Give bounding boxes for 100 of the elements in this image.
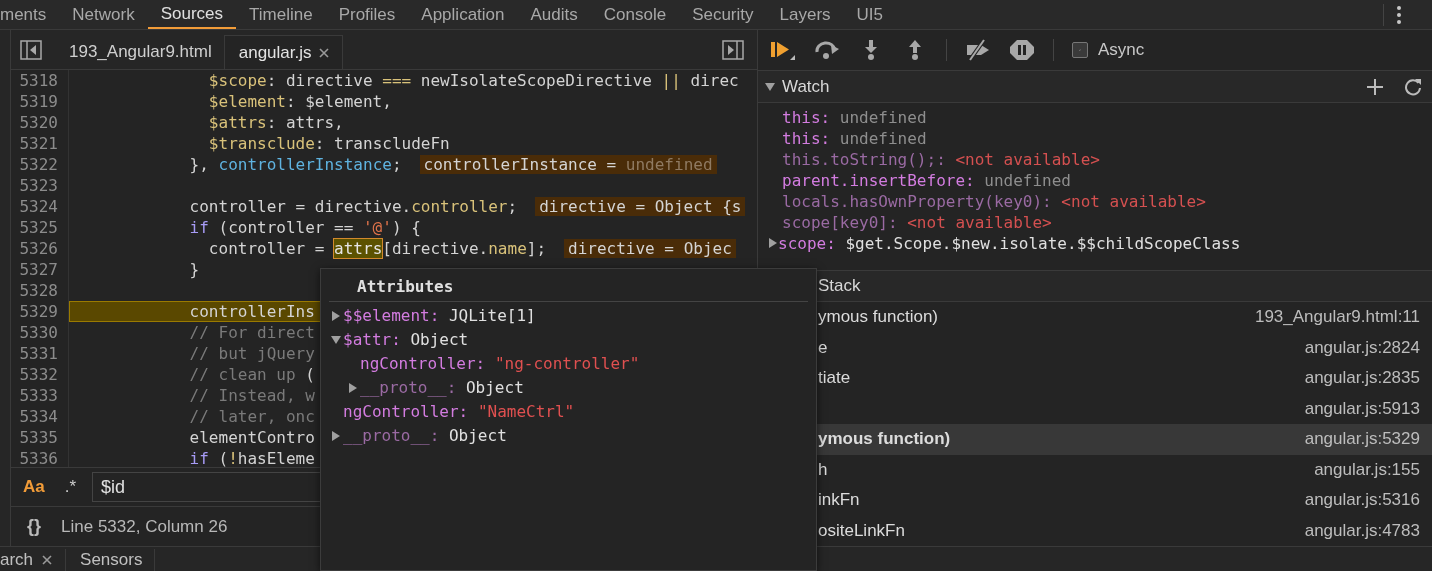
deactivate-breakpoints-button[interactable]: [965, 39, 991, 62]
code-text: elementContro: [188, 428, 315, 447]
close-icon[interactable]: [41, 554, 54, 566]
drawer-tab[interactable]: arch: [0, 549, 67, 571]
expand-triangle-icon[interactable]: [768, 237, 778, 250]
section-title: Watch: [782, 76, 830, 97]
panel-tab[interactable]: Security: [679, 0, 767, 29]
file-tab[interactable]: angular.js: [223, 35, 343, 69]
line-number: 5336: [11, 448, 69, 467]
pretty-print-button[interactable]: {}: [23, 516, 45, 537]
function-name: h: [818, 459, 828, 480]
line-number: 5331: [11, 343, 69, 364]
source-location: angular.js:4783: [1304, 520, 1420, 541]
expand-triangle-icon[interactable]: [764, 81, 776, 92]
sidebar-toggle-button[interactable]: [19, 38, 43, 62]
code-text: $scope: directive === newIsolateScopeDirective || direc: [207, 71, 739, 90]
pause-on-exceptions-icon: [1009, 39, 1035, 62]
line-number: 5333: [11, 385, 69, 406]
add-icon[interactable]: [1366, 77, 1384, 96]
line-number: 5326: [11, 238, 69, 259]
code-text: $attrs: attrs,: [207, 113, 344, 132]
line-number: 5328: [11, 280, 69, 301]
property-text: $$element: JQLite[1]: [343, 305, 536, 327]
watch-expression: this: undefined: [782, 127, 927, 149]
code-text: controllerIns: [188, 302, 315, 321]
code-text: $element: $element,: [207, 92, 392, 111]
inline-value: directive = Objec: [564, 239, 736, 258]
watch-expression: scope[key0]: <not available>: [782, 211, 1052, 233]
code-text: // but jQuery: [188, 344, 315, 363]
panel-tab[interactable]: Console: [590, 0, 680, 29]
property-text: $attr: Object: [343, 329, 469, 351]
line-number: 5318: [11, 70, 69, 91]
panel-tab[interactable]: ments: [0, 0, 60, 29]
refresh-icon[interactable]: [1404, 77, 1422, 96]
source-location: angular.js:5913: [1304, 398, 1420, 419]
expand-triangle-icon[interactable]: [348, 382, 358, 394]
pause-on-exceptions-button[interactable]: [1009, 39, 1035, 62]
menu-icon[interactable]: [1396, 4, 1402, 25]
panel-tab[interactable]: Profiles: [325, 0, 409, 29]
line-number: 5320: [11, 112, 69, 133]
section-title: Stack: [818, 276, 861, 296]
line-number: 5330: [11, 322, 69, 343]
code-text: // For direct: [188, 323, 315, 342]
source-location: angular.js:5316: [1304, 490, 1420, 511]
expand-triangle-icon[interactable]: [330, 335, 342, 345]
panel-toggle-icon: [20, 40, 42, 60]
code-text: // clean up (: [188, 365, 315, 384]
panel-tab[interactable]: UI5: [843, 0, 897, 29]
function-name: ositeLinkFn: [818, 520, 905, 541]
function-name: ymous function): [818, 307, 938, 328]
code-text: // later, onc: [188, 407, 315, 426]
function-name: inkFn: [818, 490, 860, 511]
line-number: 5319: [11, 91, 69, 112]
regex-button[interactable]: .*: [60, 475, 81, 499]
close-icon[interactable]: [317, 46, 330, 59]
step-over-button[interactable]: [814, 39, 840, 62]
code-text: }, controllerInstance;: [188, 155, 402, 174]
line-number: 5324: [11, 196, 69, 217]
line-number: 5335: [11, 427, 69, 448]
source-location: 193_Angular9.html:11: [1254, 307, 1420, 328]
async-label: Async: [1098, 40, 1145, 61]
debugger-toggle-button[interactable]: [721, 38, 745, 62]
watch-expression: scope: $get.Scope.$new.isolate.$$childScopeClass: [778, 232, 1241, 254]
panel-tab[interactable]: Timeline: [236, 0, 326, 29]
drawer-tab[interactable]: Sensors: [66, 549, 156, 571]
deactivate-breakpoints-icon: [965, 39, 991, 62]
match-case-button[interactable]: Aa: [19, 475, 49, 499]
watch-expression: locals.hasOwnProperty(key0): <not available>: [782, 190, 1206, 212]
code-text: }: [188, 260, 200, 279]
source-location: angular.js:2824: [1304, 337, 1420, 358]
source-location: angular.js:5329: [1304, 429, 1420, 450]
line-number: 5327: [11, 259, 69, 280]
code-text: if (!hasEleme: [188, 449, 315, 467]
panel-tab[interactable]: Layers: [766, 0, 844, 29]
file-tab[interactable]: 193_Angular9.html: [55, 35, 224, 69]
property-text: __proto__: Object: [343, 425, 507, 447]
property-text: ngController: "NameCtrl": [343, 401, 575, 423]
expand-triangle-icon[interactable]: [331, 430, 341, 442]
inline-value: controllerInstance = undefined: [419, 155, 717, 174]
line-number: 5322: [11, 154, 69, 175]
expand-triangle-icon[interactable]: [331, 310, 341, 322]
line-number: 5321: [11, 133, 69, 154]
line-number: 5332: [11, 364, 69, 385]
code-text: controller = directive.controller;: [188, 197, 518, 216]
code-text: if (controller == '@') {: [188, 218, 421, 237]
cursor-position: Line 5332, Column 26: [61, 516, 228, 537]
line-number: 5334: [11, 406, 69, 427]
code-text: // Instead, w: [188, 386, 315, 405]
async-checkbox[interactable]: [1072, 42, 1088, 59]
function-name: tiate: [818, 368, 851, 389]
panel-toggle-icon: [722, 40, 744, 60]
watch-expression: parent.insertBefore: undefined: [782, 169, 1071, 191]
resume-button[interactable]: [770, 39, 796, 62]
panel-tab[interactable]: Application: [408, 0, 518, 29]
watch-expression: this: undefined: [782, 106, 927, 128]
panel-tab[interactable]: Audits: [517, 0, 591, 29]
function-name: e: [818, 337, 828, 358]
watch-section-header[interactable]: Watch: [758, 71, 1432, 103]
line-number: 5323: [11, 175, 69, 196]
panel-tab[interactable]: Network: [59, 0, 148, 29]
